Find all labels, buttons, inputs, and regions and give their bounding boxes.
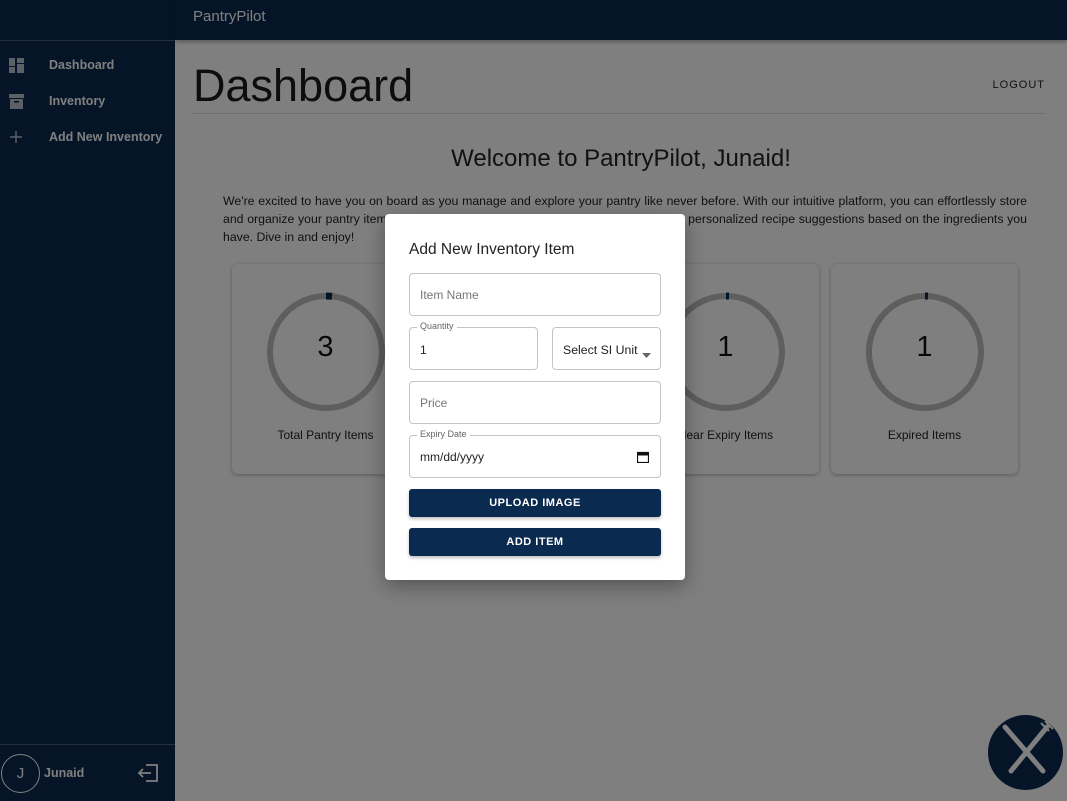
item-name-input[interactable]: Item Name bbox=[409, 273, 661, 316]
expiry-date-value: mm/dd/yyyy bbox=[420, 450, 485, 464]
unit-select[interactable]: Select SI Unit bbox=[552, 327, 661, 370]
expiry-date-input[interactable]: Expiry Date mm/dd/yyyy bbox=[409, 429, 661, 478]
quantity-value: 1 bbox=[420, 343, 427, 357]
calendar-icon[interactable] bbox=[636, 451, 650, 466]
add-inventory-dialog: Add New Inventory Item Item Name Quantit… bbox=[385, 214, 685, 580]
price-input[interactable]: Price bbox=[409, 381, 661, 424]
price-placeholder: Price bbox=[420, 396, 448, 410]
add-item-button[interactable]: ADD ITEM bbox=[409, 528, 661, 556]
quantity-label: Quantity bbox=[417, 321, 457, 331]
upload-image-button[interactable]: UPLOAD IMAGE bbox=[409, 489, 661, 517]
quantity-input[interactable]: Quantity 1 bbox=[409, 321, 538, 370]
unit-select-value: Select SI Unit bbox=[563, 343, 638, 357]
dialog-title: Add New Inventory Item bbox=[409, 241, 575, 258]
item-name-placeholder: Item Name bbox=[420, 288, 479, 302]
dropdown-arrow-icon bbox=[642, 347, 651, 361]
expiry-date-label: Expiry Date bbox=[417, 429, 470, 439]
